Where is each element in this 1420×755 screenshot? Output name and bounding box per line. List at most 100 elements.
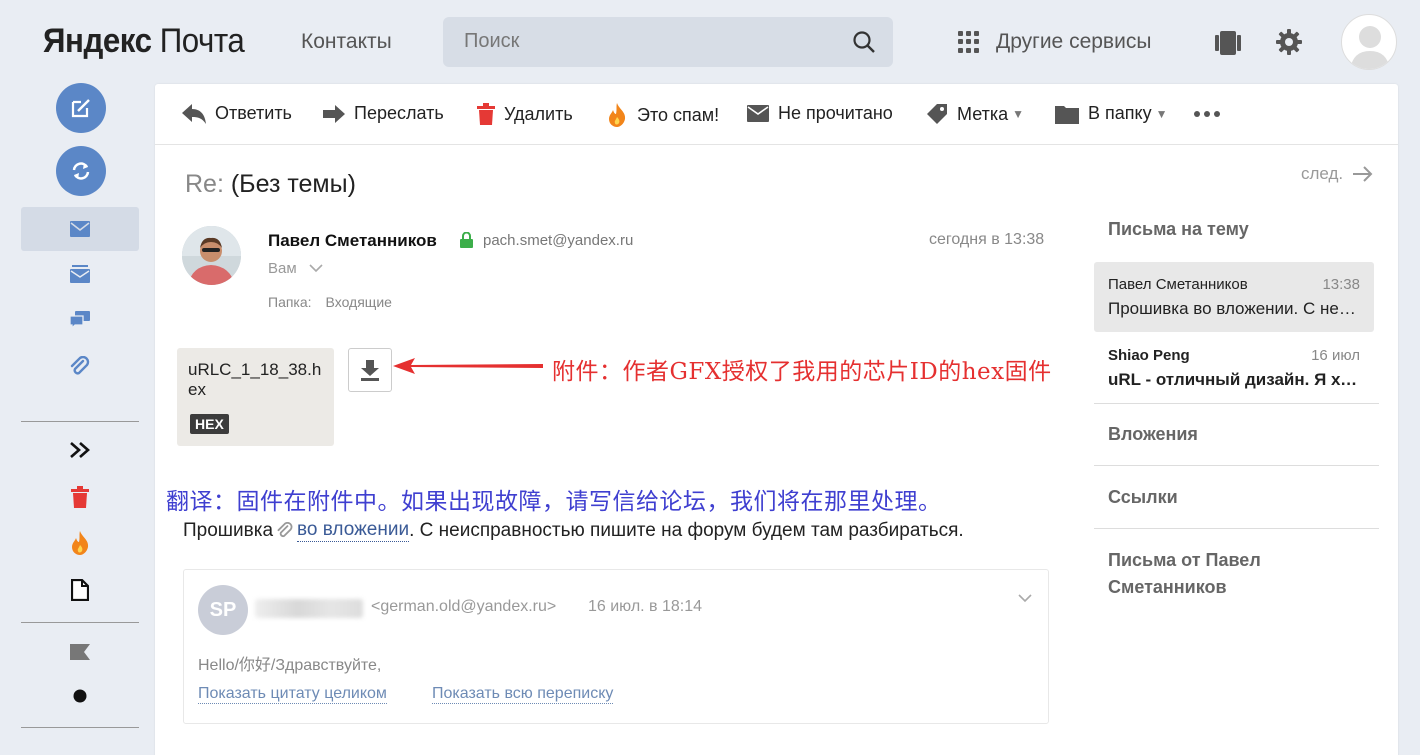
mark-unread-label: Не прочитано (778, 103, 893, 123)
logo-brand: Яндекс (43, 22, 152, 60)
thread-snippet: Прошивка во вложении. С неисправностью (1108, 299, 1364, 318)
attachment-inline-link[interactable]: во вложении (297, 519, 410, 542)
show-thread-link[interactable]: Показать всю переписку (432, 685, 614, 704)
nav-unread[interactable] (21, 674, 139, 718)
thread-sender: Shiao Peng (1108, 347, 1190, 364)
thread-item[interactable]: Павел Сметанников 13:38 Прошивка во влож… (1094, 262, 1374, 332)
download-button[interactable] (348, 348, 392, 392)
nav-sent[interactable] (21, 252, 139, 296)
next-message-link[interactable]: след. (1301, 164, 1373, 184)
sender-avatar[interactable] (182, 226, 241, 285)
body-text-end: . С неисправностью пишите на форум будем… (409, 519, 964, 541)
compose-icon (71, 99, 90, 118)
more-actions-icon[interactable] (1194, 111, 1220, 117)
nav-inbox[interactable] (21, 207, 139, 251)
nav-chats[interactable] (21, 298, 139, 342)
nav-flagged[interactable] (21, 631, 139, 675)
subject-prefix: Re: (185, 170, 224, 198)
sender-photo-icon (182, 226, 241, 285)
spam-button[interactable]: Это спам! (606, 103, 719, 127)
quote-avatar[interactable]: SP (198, 585, 248, 635)
logo[interactable]: Яндекс Почта (43, 22, 245, 61)
trash-icon (477, 103, 495, 125)
rail-divider (21, 622, 139, 623)
nav-collapse[interactable] (21, 428, 139, 472)
forward-button[interactable]: Переслать (323, 103, 444, 124)
lock-icon (460, 232, 473, 248)
chat-bubbles-icon (70, 311, 90, 329)
flag-icon (70, 644, 90, 660)
sidebar-divider (1094, 465, 1379, 466)
reply-label: Ответить (215, 103, 292, 123)
theme-icon[interactable] (1213, 28, 1243, 58)
delete-label: Удалить (504, 103, 573, 124)
blurred-sender-name (255, 599, 363, 618)
recipient-label: Вам (268, 260, 297, 277)
compose-button[interactable] (56, 83, 106, 133)
folder-icon (1055, 105, 1079, 124)
recipient-toggle[interactable]: Вам (268, 260, 323, 277)
search-icon[interactable] (852, 30, 876, 54)
nav-trash[interactable] (21, 475, 139, 519)
label-button[interactable]: Метка ▼ (926, 103, 1024, 125)
links-section[interactable]: Ссылки (1108, 484, 1178, 511)
refresh-button[interactable] (56, 146, 106, 196)
envelope-icon (70, 221, 90, 237)
search-input[interactable]: Поиск (464, 30, 519, 53)
search-box[interactable]: Поиск (443, 17, 893, 67)
sidebar-divider (1094, 528, 1379, 529)
other-services-button[interactable]: Другие сервисы (958, 30, 1151, 54)
from-sender-section[interactable]: Письма от Павел Сметанников (1108, 547, 1308, 601)
logo-product: Почта (159, 22, 245, 60)
attachments-section[interactable]: Вложения (1108, 421, 1198, 448)
tag-icon (927, 104, 947, 124)
spam-label: Это спам! (637, 104, 720, 125)
nav-drafts[interactable] (21, 568, 139, 612)
download-icon (361, 360, 379, 381)
next-label: след. (1301, 164, 1344, 183)
translation-annotation: 翻译：固件在附件中。如果出现故障，请写信给论坛，我们将在那里处理。 (166, 489, 942, 515)
delete-button[interactable]: Удалить (477, 103, 573, 125)
show-full-quote-link[interactable]: Показать цитату целиком (198, 685, 387, 704)
nav-attachments[interactable] (21, 345, 139, 389)
annotation-arrow-icon (393, 358, 543, 374)
fire-icon (72, 531, 89, 555)
sidebar-divider (1094, 403, 1379, 404)
thread-sender: Павел Сметанников (1108, 276, 1248, 293)
dropdown-caret-icon: ▼ (1155, 106, 1168, 121)
double-chevron-right-icon (70, 442, 90, 458)
refresh-icon (72, 162, 90, 180)
paperclip-icon (70, 356, 90, 375)
contacts-link[interactable]: Контакты (301, 30, 392, 54)
chevron-down-icon[interactable] (1018, 594, 1032, 603)
forward-arrow-icon (323, 104, 345, 123)
attachment-annotation: 附件：作者GFX授权了我用的芯片ID的hex固件 (552, 359, 1052, 385)
thread-item[interactable]: Shiao Peng 16 июл uRL - отличный дизайн.… (1094, 333, 1374, 403)
sender-email[interactable]: pach.smet@yandex.ru (483, 232, 633, 249)
rail-divider (21, 421, 139, 422)
message-subject: Re: (Без темы) (185, 170, 356, 199)
forward-label: Переслать (354, 103, 444, 123)
user-avatar[interactable] (1341, 14, 1397, 70)
fire-icon (609, 103, 626, 127)
user-silhouette-icon (1350, 26, 1390, 69)
gear-icon[interactable] (1274, 27, 1304, 57)
other-services-label: Другие сервисы (996, 30, 1152, 53)
attachment-card[interactable]: uRLC_1_18_38.hex HEX (177, 348, 334, 446)
envelope-icon (747, 105, 769, 122)
mark-unread-button[interactable]: Не прочитано (747, 103, 893, 124)
quote-greeting: Hello/你好/Здравствуйте, (198, 657, 382, 674)
sender-name[interactable]: Павел Сметанников (268, 231, 437, 251)
reply-button[interactable]: Ответить (182, 103, 292, 124)
folder-value[interactable]: Входящие (326, 294, 392, 310)
nav-spam[interactable] (21, 521, 139, 565)
chevron-down-icon (309, 264, 323, 273)
body-text-start: Прошивка (183, 519, 274, 541)
message-toolbar: Ответить Переслать Удалить Это спам! Не … (155, 84, 1398, 145)
move-to-folder-button[interactable]: В папку ▼ (1055, 103, 1167, 124)
quote-date: 16 июл. в 18:14 (588, 598, 703, 615)
quote-email[interactable]: <german.old@yandex.ru> (371, 598, 556, 616)
move-to-folder-label: В папку (1088, 103, 1152, 123)
reply-arrow-icon (182, 103, 206, 124)
document-icon (71, 579, 89, 601)
